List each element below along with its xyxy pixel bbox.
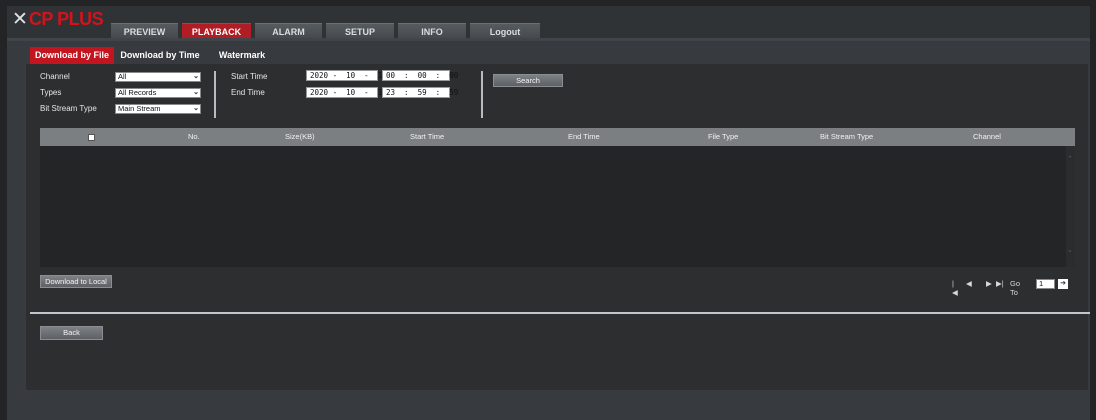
vertical-scrollbar[interactable]: ⌃ ⌄ xyxy=(1066,146,1075,267)
file-list[interactable]: ⌃ ⌄ xyxy=(40,146,1075,267)
logo: ✕ CP PLUS xyxy=(12,8,104,30)
tab-download-by-time[interactable]: Download by Time xyxy=(115,47,205,64)
col-no: No. xyxy=(188,132,200,141)
col-file-type: File Type xyxy=(708,132,739,141)
channel-select[interactable]: All ⌄ xyxy=(115,72,201,82)
chevron-down-icon: ⌄ xyxy=(193,73,199,80)
table-header: No. Size(KB) Start Time End Time File Ty… xyxy=(40,128,1075,146)
col-start-time: Start Time xyxy=(410,132,445,141)
bottom-panel: Back xyxy=(26,314,1088,390)
download-panel: Channel All ⌄ Types All Records ⌄ Bit Stre… xyxy=(26,64,1088,316)
tab-download-by-file[interactable]: Download by File xyxy=(30,47,114,64)
nav-underline xyxy=(7,38,1090,41)
prev-page-icon[interactable]: ◀ xyxy=(966,279,972,288)
tab-watermark[interactable]: Watermark xyxy=(210,47,274,64)
start-time-label: Start Time xyxy=(231,72,268,81)
end-date-field[interactable]: 2020 - 10 - 16 xyxy=(306,87,387,98)
chevron-down-icon: ⌄ xyxy=(193,105,199,112)
go-arrow-icon[interactable]: ➜ xyxy=(1058,279,1068,289)
chevron-down-icon: ⌄ xyxy=(193,89,199,96)
last-page-icon[interactable]: ▶| xyxy=(996,279,1004,288)
types-label: Types xyxy=(40,88,62,97)
scroll-down-icon[interactable]: ⌄ xyxy=(1067,246,1073,254)
goto-label: Go To xyxy=(1010,279,1021,297)
select-all-checkbox[interactable] xyxy=(88,128,95,146)
divider xyxy=(481,71,483,118)
col-bit-stream-type: Bit Stream Type xyxy=(820,132,874,141)
start-time-field[interactable]: 00 : 00 : 00 xyxy=(382,70,458,81)
next-page-icon[interactable]: ▶ xyxy=(986,279,992,288)
scroll-up-icon[interactable]: ⌃ xyxy=(1067,155,1073,163)
back-button[interactable]: Back xyxy=(40,326,103,340)
end-time-label: End Time xyxy=(231,88,265,97)
search-button[interactable]: Search xyxy=(493,74,563,87)
logo-mark-icon: ✕ xyxy=(12,8,28,30)
page-number-input[interactable]: 1 xyxy=(1036,279,1055,289)
channel-label: Channel xyxy=(40,72,70,81)
col-channel: Channel xyxy=(973,132,1001,141)
start-date-field[interactable]: 2020 - 10 - 16 xyxy=(306,70,387,81)
divider xyxy=(214,71,216,118)
app-window: ✕ CP PLUS PREVIEW PLAYBACK ALARM SETUP I… xyxy=(7,6,1090,420)
stream-type-select[interactable]: Main Stream ⌄ xyxy=(115,104,201,114)
first-page-icon[interactable]: |◀ xyxy=(952,279,958,297)
stream-type-label: Bit Stream Type xyxy=(40,104,97,113)
col-size: Size(KB) xyxy=(285,132,315,141)
end-time-field[interactable]: 23 : 59 : 59 xyxy=(382,87,458,98)
download-to-local-button[interactable]: Download to Local xyxy=(40,275,112,288)
col-end-time: End Time xyxy=(568,132,600,141)
types-select[interactable]: All Records ⌄ xyxy=(115,88,201,98)
top-bar: ✕ CP PLUS PREVIEW PLAYBACK ALARM SETUP I… xyxy=(7,6,1090,41)
logo-text: CP PLUS xyxy=(28,8,104,29)
